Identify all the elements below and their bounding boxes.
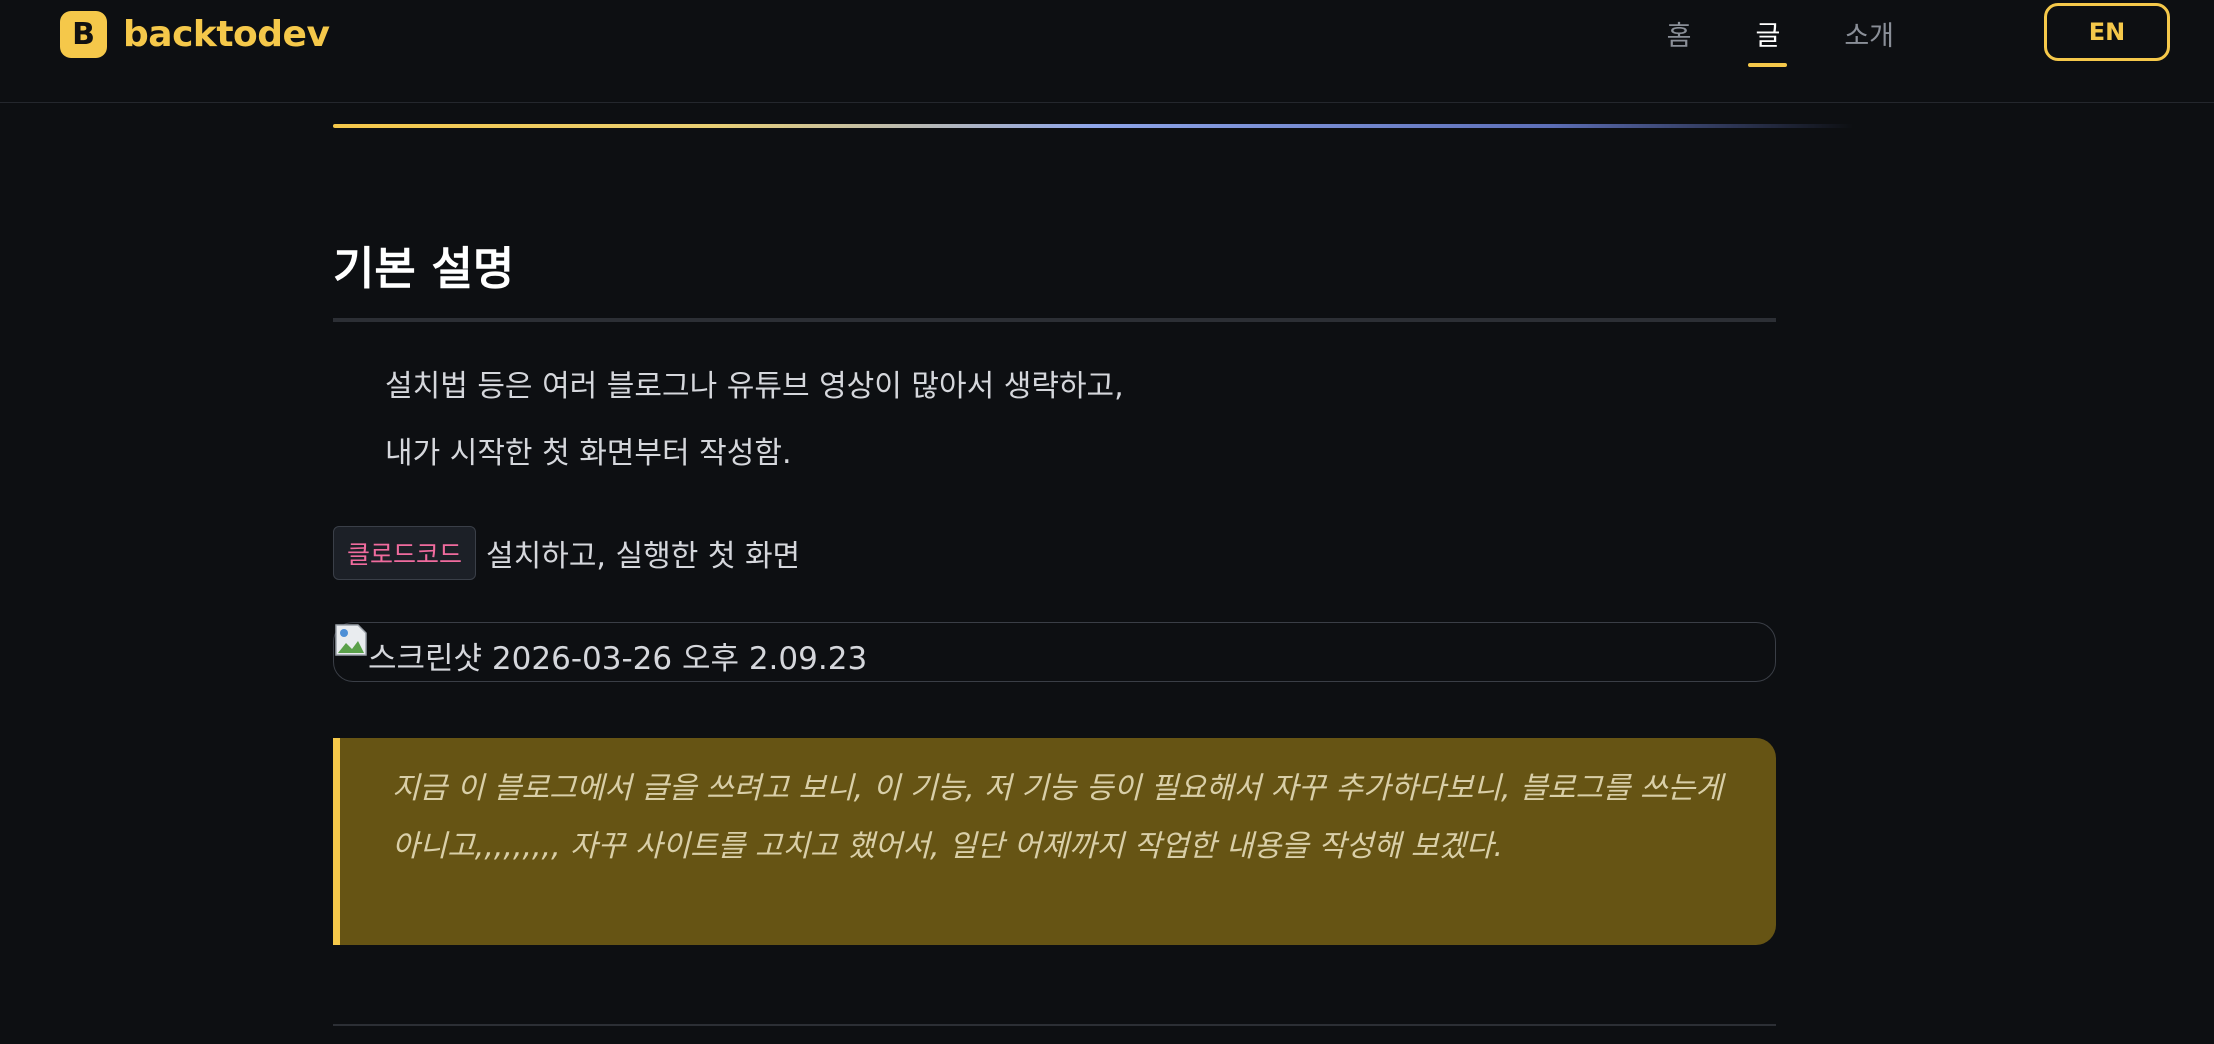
screenshot-image[interactable]: 스크린샷 2026-03-26 오후 2.09.23 — [333, 622, 1776, 682]
nav-item-posts[interactable]: 글 — [1748, 14, 1788, 67]
blockquote-callout: 지금 이 블로그에서 글을 쓰려고 보니, 이 기능, 저 기능 등이 필요해서… — [333, 738, 1776, 945]
nav-item-about[interactable]: 소개 — [1844, 14, 1894, 63]
nav-item-home[interactable]: 홈 — [1667, 14, 1692, 63]
section-divider — [333, 1024, 1776, 1026]
broken-image-icon — [335, 624, 367, 656]
paragraph-2: 내가 시작한 첫 화면부터 작성함. — [385, 436, 792, 471]
site-header: B backtodev 홈 글 소개 EN — [0, 0, 2214, 103]
inline-code-caption: 설치하고, 실행한 첫 화면 — [486, 539, 801, 574]
section-heading: 기본 설명 — [333, 242, 515, 295]
brand-logo-link[interactable]: B backtodev — [60, 8, 330, 60]
brand-name: backtodev — [123, 13, 330, 55]
callout-text: 지금 이 블로그에서 글을 쓰려고 보니, 이 기능, 저 기능 등이 필요해서… — [392, 771, 1723, 864]
paragraph-1: 설치법 등은 여러 블로그나 유튜브 영상이 많아서 생략하고, — [385, 369, 1124, 404]
page: B backtodev 홈 글 소개 EN 기본 설명 설치법 등은 여러 블로… — [0, 0, 2214, 1044]
inline-code-row: 클로드코드 설치하고, 실행한 첫 화면 — [333, 526, 800, 580]
main-nav: 홈 글 소개 — [1667, 14, 1894, 67]
heading-divider — [333, 318, 1776, 322]
inline-code: 클로드코드 — [333, 526, 477, 580]
language-toggle-button[interactable]: EN — [2044, 3, 2170, 61]
image-alt-text: 스크린샷 2026-03-26 오후 2.09.23 — [368, 641, 868, 677]
reading-progress-bar — [333, 124, 1853, 128]
logo-icon: B — [60, 10, 107, 58]
